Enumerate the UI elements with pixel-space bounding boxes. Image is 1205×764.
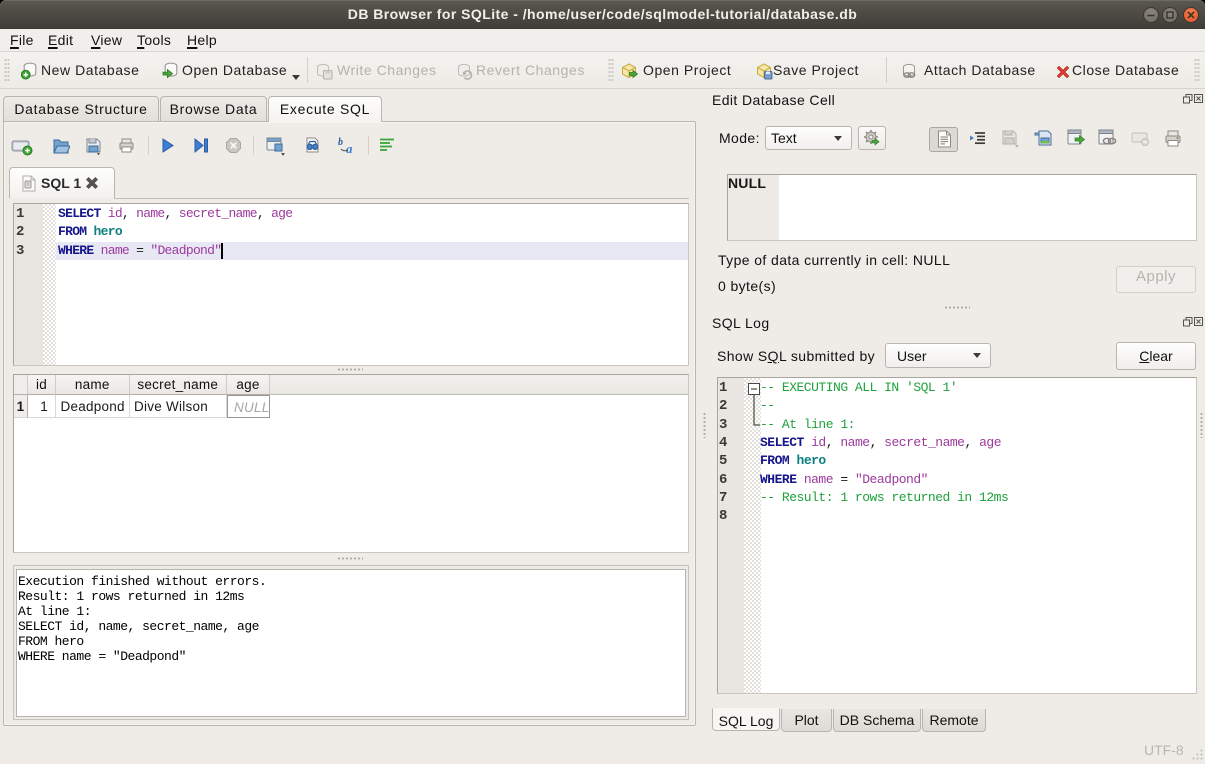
svg-text:a: a (346, 141, 353, 156)
svg-text:b: b (338, 137, 343, 148)
